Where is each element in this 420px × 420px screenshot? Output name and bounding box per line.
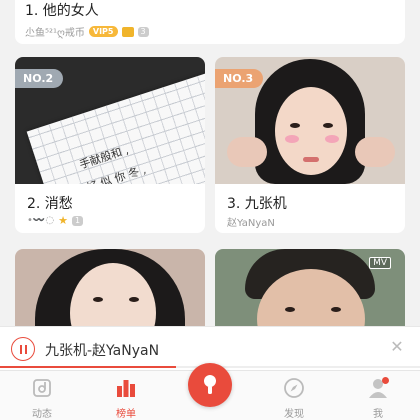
feed-icon (33, 379, 51, 397)
rank-item-1[interactable]: 1. 他的女人 尐鱼⁵²¹ღ戒币 VIP5 3 (15, 0, 405, 44)
artist-name: 尐鱼⁵²¹ღ戒币 (25, 28, 85, 39)
tab-label: 动态 (32, 409, 52, 420)
compass-icon (284, 378, 304, 398)
pause-icon (19, 344, 22, 354)
rank-item-2[interactable]: 手献般和 , 好 似 你 冬 , NO.2 2. 消愁 •〰️◌ ★ 1 (15, 57, 205, 233)
rank-tag: NO.2 (15, 69, 64, 88)
rank-tag: NO.3 (215, 69, 264, 88)
count-badge: 1 (71, 215, 84, 226)
mic-icon (204, 375, 216, 394)
song-title: 1. 他的女人 (25, 3, 99, 19)
ranking-page: 1. 他的女人 尐鱼⁵²¹ღ戒币 VIP5 3 手献般和 , 好 似 你 冬 ,… (0, 0, 420, 420)
now-playing-title: 九张机-赵YaNyaN (45, 343, 160, 359)
chart-icon (117, 380, 135, 397)
tab-label: 榜单 (116, 409, 136, 420)
artist-name: 赵YaNyaN (227, 218, 275, 229)
tab-charts[interactable]: 榜单 (84, 371, 168, 420)
rank-item-3[interactable]: NO.3 3. 九张机 赵YaNyaN (215, 57, 405, 233)
tab-label: 我 (373, 409, 383, 420)
count-badge: 3 (137, 26, 149, 37)
pause-button[interactable] (11, 337, 35, 361)
tab-me[interactable]: 我 (336, 371, 420, 420)
mv-badge: MV (369, 257, 391, 269)
notification-dot (382, 377, 389, 384)
star-icon: ★ (58, 214, 68, 227)
tab-feed[interactable]: 动态 (0, 371, 84, 420)
sing-button[interactable] (188, 363, 232, 407)
song-title: 2. 消愁 (27, 196, 73, 212)
song-title: 3. 九张机 (227, 196, 287, 212)
tab-label: 发现 (284, 409, 304, 420)
bottom-tab-bar: 动态 榜单 发现 我 (0, 363, 420, 420)
progress-fill (0, 366, 177, 368)
artist-name: •〰️◌ (27, 215, 55, 226)
tab-discover[interactable]: 发现 (252, 371, 336, 420)
close-icon[interactable]: ✕ (388, 338, 406, 356)
vip-badge: VIP5 (88, 26, 118, 37)
crown-icon (121, 26, 134, 37)
